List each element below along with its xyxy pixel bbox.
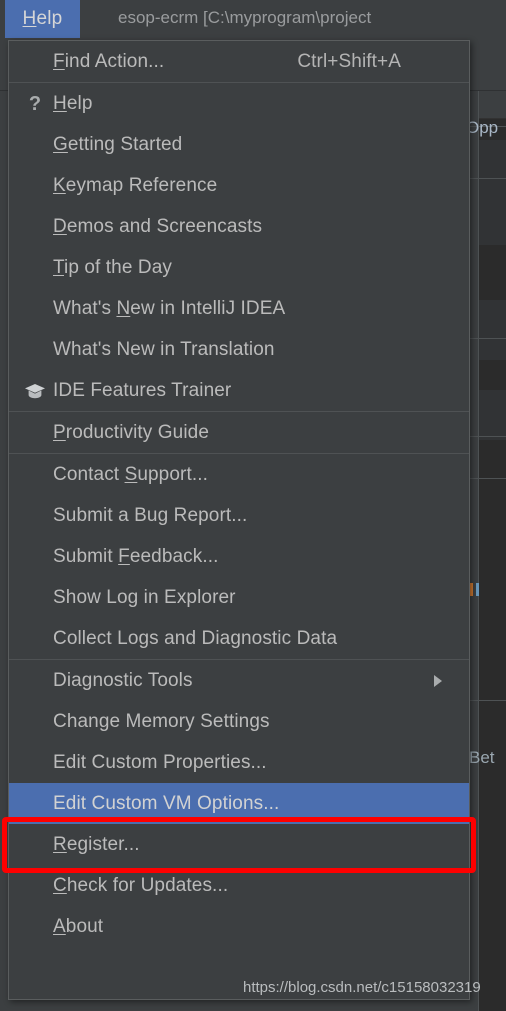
menu-item-label: Edit Custom VM Options... (53, 792, 280, 814)
menu-item-diagnostic-tools[interactable]: Diagnostic Tools (9, 660, 469, 701)
menu-item-shortcut: Ctrl+Shift+A (297, 50, 401, 72)
menubar-help-mnemonic: H (22, 8, 37, 29)
ide-bg-band (478, 300, 506, 360)
menubar-item-help-label: Help (23, 8, 63, 30)
window-title: esop-ecrm [C:\myprogram\project (118, 8, 372, 27)
ide-bg-token (476, 583, 479, 596)
menu-item-label: Submit a Bug Report... (53, 504, 248, 526)
menu-item-label: Keymap Reference (53, 174, 218, 196)
menubar-item-help[interactable]: Help (5, 0, 80, 38)
menu-item-getting-started[interactable]: Getting Started (9, 124, 469, 165)
menu-item-label: Check for Updates... (53, 874, 229, 896)
ide-bg-line (470, 338, 506, 339)
menu-item-tip-of-the-day[interactable]: Tip of the Day (9, 247, 469, 288)
menu-item-whats-new-in-translation[interactable]: What's New in Translation (9, 329, 469, 370)
menu-item-collect-logs-and-diagnostic-data[interactable]: Collect Logs and Diagnostic Data (9, 618, 469, 659)
menu-item-productivity-guide[interactable]: Productivity Guide (9, 412, 469, 453)
menu-item-label: What's New in Translation (53, 338, 275, 360)
menu-item-demos-and-screencasts[interactable]: Demos and Screencasts (9, 206, 469, 247)
menu-item-label: Find Action... (53, 50, 165, 72)
ide-bg-line (470, 700, 506, 701)
menu-item-label: Edit Custom Properties... (53, 751, 267, 773)
menu-item-whats-new-in-intellij-idea[interactable]: What's New in IntelliJ IDEA (9, 288, 469, 329)
graduation-cap-icon (17, 383, 53, 399)
ide-bg-line (470, 178, 506, 179)
menu-item-label: IDE Features Trainer (53, 379, 232, 401)
menu-item-change-memory-settings[interactable]: Change Memory Settings (9, 701, 469, 742)
ide-bg-band (478, 140, 506, 245)
menu-item-label: Demos and Screencasts (53, 215, 263, 237)
ide-bg-text-bet: Bet (469, 748, 495, 767)
ide-bg-line (470, 436, 506, 437)
menu-item-label: Show Log in Explorer (53, 586, 236, 608)
ide-bg-token (470, 583, 473, 596)
menu-item-help[interactable]: ? Help (9, 83, 469, 124)
menu-item-label: Submit Feedback... (53, 545, 219, 567)
menu-item-find-action[interactable]: Find Action... Ctrl+Shift+A (9, 41, 469, 82)
question-mark-icon: ? (28, 92, 42, 115)
menu-item-check-for-updates[interactable]: Check for Updates... (9, 865, 469, 906)
menu-item-label: Productivity Guide (53, 421, 209, 443)
menu-item-submit-feedback[interactable]: Submit Feedback... (9, 536, 469, 577)
menubar-help-suffix: elp (36, 8, 63, 29)
menu-item-label: Contact Support... (53, 463, 208, 485)
ide-bg-band (478, 390, 506, 440)
menu-item-about[interactable]: About (9, 906, 469, 947)
screen: Opp Bet esop-ecrm [C:\myprogram\project … (0, 0, 506, 1011)
menu-item-edit-custom-vm-options[interactable]: Edit Custom VM Options... (9, 783, 469, 824)
menu-item-label: Tip of the Day (53, 256, 172, 278)
watermark: https://blog.csdn.net/c15158032319 (243, 979, 481, 996)
menu-item-label: Getting Started (53, 133, 183, 155)
ide-pane-divider (478, 90, 479, 1011)
menu-item-register[interactable]: Register... (9, 824, 469, 865)
menu-item-label: Change Memory Settings (53, 710, 270, 732)
ide-editor-tabbar (478, 90, 506, 119)
menu-item-label: Diagnostic Tools (53, 669, 193, 691)
menu-item-edit-custom-properties[interactable]: Edit Custom Properties... (9, 742, 469, 783)
menu-item-label: What's New in IntelliJ IDEA (53, 297, 286, 319)
menu-item-show-log-in-explorer[interactable]: Show Log in Explorer (9, 577, 469, 618)
menu-item-label: Register... (53, 833, 140, 855)
menu-item-label: Collect Logs and Diagnostic Data (53, 627, 338, 649)
menu-item-submit-a-bug-report[interactable]: Submit a Bug Report... (9, 495, 469, 536)
menu-item-label: About (53, 915, 104, 937)
menu-item-ide-features-trainer[interactable]: IDE Features Trainer (9, 370, 469, 411)
submenu-arrow-icon (427, 674, 459, 688)
menu-item-label: Help (53, 92, 93, 114)
menu-item-keymap-reference[interactable]: Keymap Reference (9, 165, 469, 206)
help-menu-popup: Find Action... Ctrl+Shift+A? Help Getting S… (8, 40, 470, 1000)
help-menu-list: Find Action... Ctrl+Shift+A? Help Getting S… (9, 41, 469, 947)
ide-bg-line (470, 478, 506, 479)
menu-item-contact-support[interactable]: Contact Support... (9, 454, 469, 495)
ide-bg-text-opp: Opp (466, 118, 499, 137)
